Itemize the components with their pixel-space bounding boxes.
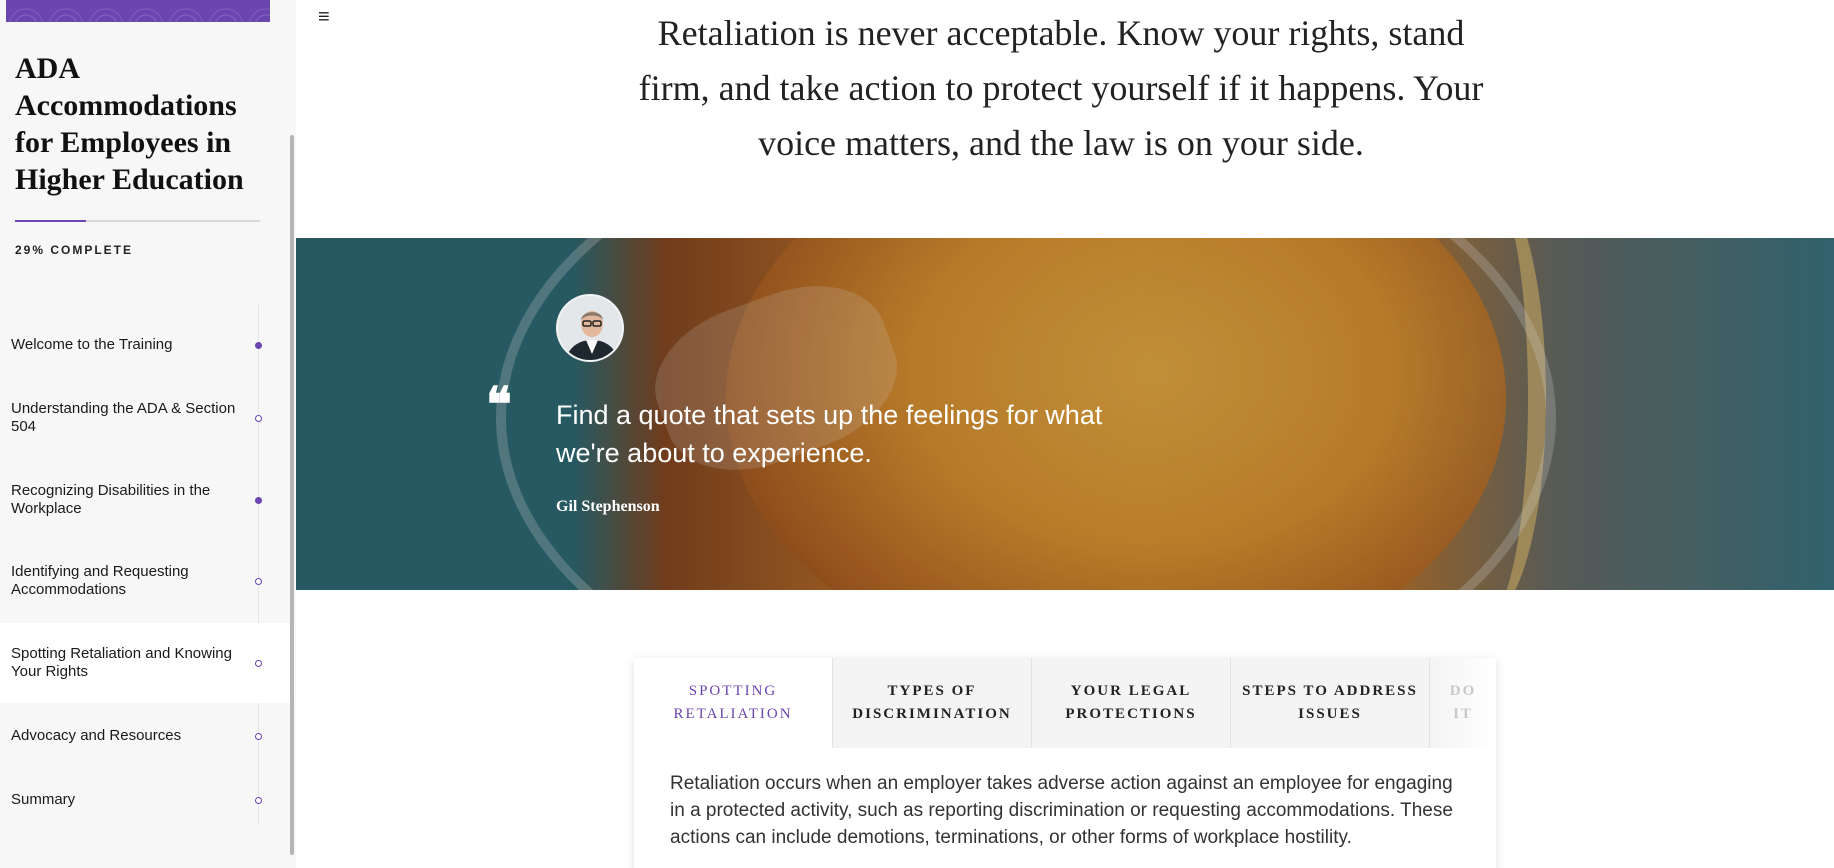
tab-content-text: Retaliation occurs when an employer take… bbox=[670, 773, 1453, 848]
status-dot-icon bbox=[255, 415, 262, 422]
progress-label: 29% COMPLETE bbox=[15, 243, 134, 257]
tab-steps-to-address-issues[interactable]: STEPS TO ADDRESS ISSUES bbox=[1231, 658, 1430, 748]
sidebar-banner-image bbox=[6, 0, 270, 22]
tab-types-of-discrimination[interactable]: TYPES OF DISCRIMINATION bbox=[833, 658, 1032, 748]
status-dot-icon bbox=[255, 578, 262, 585]
sidebar-item-spotting-retaliation[interactable]: Spotting Retaliation and Knowing Your Ri… bbox=[0, 623, 290, 703]
sidebar-item-label: Recognizing Disabilities in the Workplac… bbox=[11, 482, 211, 517]
hamburger-menu-icon[interactable]: ≡ bbox=[318, 6, 330, 29]
tabs-panel: SPOTTING RETALIATION TYPES OF DISCRIMINA… bbox=[634, 658, 1496, 868]
avatar bbox=[556, 294, 624, 362]
status-dot-icon bbox=[255, 797, 262, 804]
quote-mark-icon: ❝ bbox=[486, 379, 512, 432]
sidebar-item-understanding-ada[interactable]: Understanding the ADA & Section 504 bbox=[0, 378, 290, 458]
course-title: ADA Accommodations for Employees in High… bbox=[15, 52, 244, 196]
course-sidebar: ADA Accommodations for Employees in High… bbox=[0, 0, 296, 868]
quote-text: Find a quote that sets up the feelings f… bbox=[556, 400, 1103, 468]
tab-spotting-retaliation[interactable]: SPOTTING RETALIATION bbox=[634, 658, 833, 748]
sidebar-scrollbar[interactable] bbox=[290, 135, 294, 855]
progress-bar bbox=[15, 220, 260, 222]
sidebar-item-welcome[interactable]: Welcome to the Training bbox=[0, 305, 290, 385]
sidebar-item-label: Identifying and Requesting Accommodation… bbox=[11, 563, 189, 598]
quote-author: Gil Stephenson bbox=[556, 498, 660, 515]
tab-list: SPOTTING RETALIATION TYPES OF DISCRIMINA… bbox=[634, 658, 1496, 748]
status-dot-icon bbox=[255, 342, 262, 349]
status-dot-icon bbox=[255, 497, 262, 504]
intro-text: Retaliation is never acceptable. Know yo… bbox=[638, 13, 1484, 163]
status-dot-icon bbox=[255, 733, 262, 740]
status-dot-icon bbox=[255, 660, 262, 667]
progress-bar-fill bbox=[15, 220, 87, 222]
tab-overflow[interactable]: DO IT bbox=[1430, 658, 1496, 748]
sidebar-item-label: Welcome to the Training bbox=[11, 336, 173, 353]
sidebar-item-identifying-accommodations[interactable]: Identifying and Requesting Accommodation… bbox=[0, 541, 290, 621]
sidebar-item-label: Advocacy and Resources bbox=[11, 727, 182, 744]
quote-banner: ❝ Find a quote that sets up the feelings… bbox=[296, 238, 1834, 590]
lesson-content: ≡ Retaliation is never acceptable. Know … bbox=[296, 0, 1834, 868]
tab-your-legal-protections[interactable]: YOUR LEGAL PROTECTIONS bbox=[1032, 658, 1231, 748]
sidebar-item-label: Summary bbox=[11, 791, 76, 808]
sidebar-item-summary[interactable]: Summary bbox=[0, 760, 290, 840]
sidebar-item-label: Spotting Retaliation and Knowing Your Ri… bbox=[11, 645, 232, 680]
sidebar-item-label: Understanding the ADA & Section 504 bbox=[11, 400, 236, 435]
sidebar-item-recognizing-disabilities[interactable]: Recognizing Disabilities in the Workplac… bbox=[0, 460, 290, 540]
